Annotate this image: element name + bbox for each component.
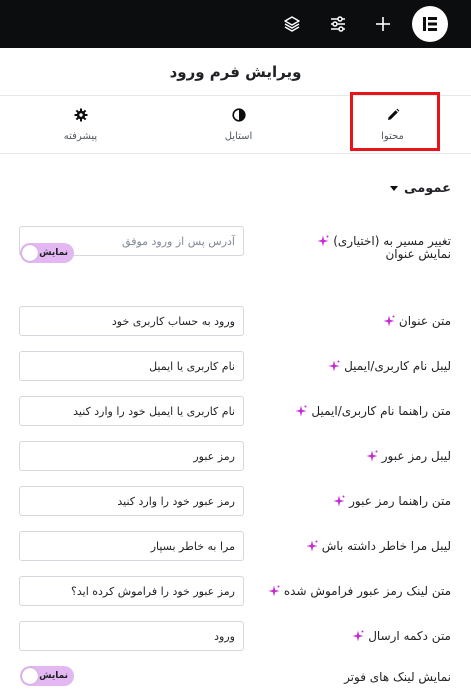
half-circle-icon bbox=[231, 107, 246, 125]
field-label: لیبل رمز عبور bbox=[366, 441, 451, 471]
text-input[interactable]: نام کاربری یا ایمیل خود را وارد کنید bbox=[19, 396, 244, 426]
field-row: متن راهنما نام کاربری/ایمیل نام کاربری یا… bbox=[0, 396, 471, 426]
field-label: متن راهنما رمز عبور bbox=[333, 486, 451, 516]
field-label: نمایش عنوان bbox=[385, 239, 451, 269]
field-label: متن دکمه ارسال bbox=[352, 621, 451, 651]
panel-title: ویرایش فرم ورود bbox=[0, 48, 471, 96]
ai-sparkle-icon[interactable] bbox=[268, 585, 280, 597]
text-input[interactable]: رمز عبور خود را وارد کنید bbox=[19, 486, 244, 516]
elementor-logo-icon[interactable] bbox=[412, 6, 448, 42]
toggle-knob bbox=[22, 668, 38, 684]
field-row: لیبل مرا خاطر داشته باش مرا به خاطر بسپار bbox=[0, 531, 471, 561]
tab-style-label: استایل bbox=[224, 130, 253, 142]
field-label-text: متن راهنما رمز عبور bbox=[349, 494, 451, 508]
top-bar bbox=[0, 0, 471, 48]
field-label-text: متن لینک رمز عبور فراموش شده bbox=[283, 584, 451, 598]
field-label-text: لیبل نام کاربری/ایمیل bbox=[344, 359, 451, 373]
field-row: نمایش عنوان نمایش bbox=[0, 239, 471, 269]
field-label: نمایش لینک های فوتر bbox=[344, 662, 451, 692]
add-icon[interactable] bbox=[371, 12, 395, 36]
ai-sparkle-icon[interactable] bbox=[383, 315, 395, 327]
field-row: متن عنوان ورود به حساب کاربری خود bbox=[0, 306, 471, 336]
toggle-label: نمایش bbox=[39, 671, 68, 681]
field-label: لیبل مرا خاطر داشته باش bbox=[306, 531, 451, 561]
active-tab-highlight bbox=[350, 92, 440, 151]
field-row: متن راهنما رمز عبور رمز عبور خود را وارد … bbox=[0, 486, 471, 516]
sliders-icon[interactable] bbox=[326, 12, 350, 36]
field-row: نمایش لینک های فوتر نمایش bbox=[0, 662, 471, 692]
field-row: لیبل نام کاربری/ایمیل نام کاربری یا ایمیل bbox=[0, 351, 471, 381]
text-input[interactable]: رمز عبور bbox=[19, 441, 244, 471]
tab-advanced[interactable]: پیشرفته bbox=[2, 96, 159, 153]
field-label: متن لینک رمز عبور فراموش شده bbox=[268, 576, 451, 606]
section-general-toggle[interactable]: عمومی bbox=[390, 181, 451, 196]
field-label-text: نمایش عنوان bbox=[385, 247, 451, 261]
layers-icon[interactable] bbox=[280, 12, 304, 36]
caret-down-icon bbox=[390, 186, 399, 191]
ai-sparkle-icon[interactable] bbox=[366, 450, 378, 462]
ai-sparkle-icon[interactable] bbox=[333, 495, 345, 507]
section-title: عمومی bbox=[404, 181, 451, 196]
ai-sparkle-icon[interactable] bbox=[328, 360, 340, 372]
text-input[interactable]: مرا به خاطر بسپار bbox=[19, 531, 244, 561]
toggle-switch[interactable]: نمایش bbox=[20, 243, 74, 263]
field-label-text: متن عنوان bbox=[398, 314, 451, 328]
tab-advanced-label: پیشرفته bbox=[63, 130, 98, 142]
field-row: متن لینک رمز عبور فراموش شده رمز عبور خود… bbox=[0, 576, 471, 606]
text-input[interactable]: ورود به حساب کاربری خود bbox=[19, 306, 244, 336]
text-input[interactable]: رمز عبور خود را فراموش کرده اید؟ bbox=[19, 576, 244, 606]
field-label-text: لیبل مرا خاطر داشته باش bbox=[321, 539, 451, 553]
field-label-text: نمایش لینک های فوتر bbox=[344, 670, 451, 684]
field-label: لیبل نام کاربری/ایمیل bbox=[328, 351, 451, 381]
toggle-knob bbox=[22, 245, 38, 261]
ai-sparkle-icon[interactable] bbox=[306, 540, 318, 552]
field-label-text: لیبل رمز عبور bbox=[381, 449, 451, 463]
field-label-text: متن راهنما نام کاربری/ایمیل bbox=[311, 404, 451, 418]
text-input[interactable]: نام کاربری یا ایمیل bbox=[19, 351, 244, 381]
text-input[interactable]: ورود bbox=[19, 621, 244, 651]
field-row: لیبل رمز عبور رمز عبور bbox=[0, 441, 471, 471]
ai-sparkle-icon[interactable] bbox=[295, 405, 307, 417]
tab-style[interactable]: استایل bbox=[160, 96, 317, 153]
toggle-switch[interactable]: نمایش bbox=[20, 666, 74, 686]
field-label-text: متن دکمه ارسال bbox=[368, 629, 451, 643]
field-row: متن دکمه ارسال ورود bbox=[0, 621, 471, 651]
ai-sparkle-icon[interactable] bbox=[352, 630, 364, 642]
field-label: متن عنوان bbox=[383, 306, 451, 336]
field-label: متن راهنما نام کاربری/ایمیل bbox=[295, 396, 451, 426]
gear-icon bbox=[74, 108, 88, 125]
toggle-label: نمایش bbox=[39, 248, 68, 258]
